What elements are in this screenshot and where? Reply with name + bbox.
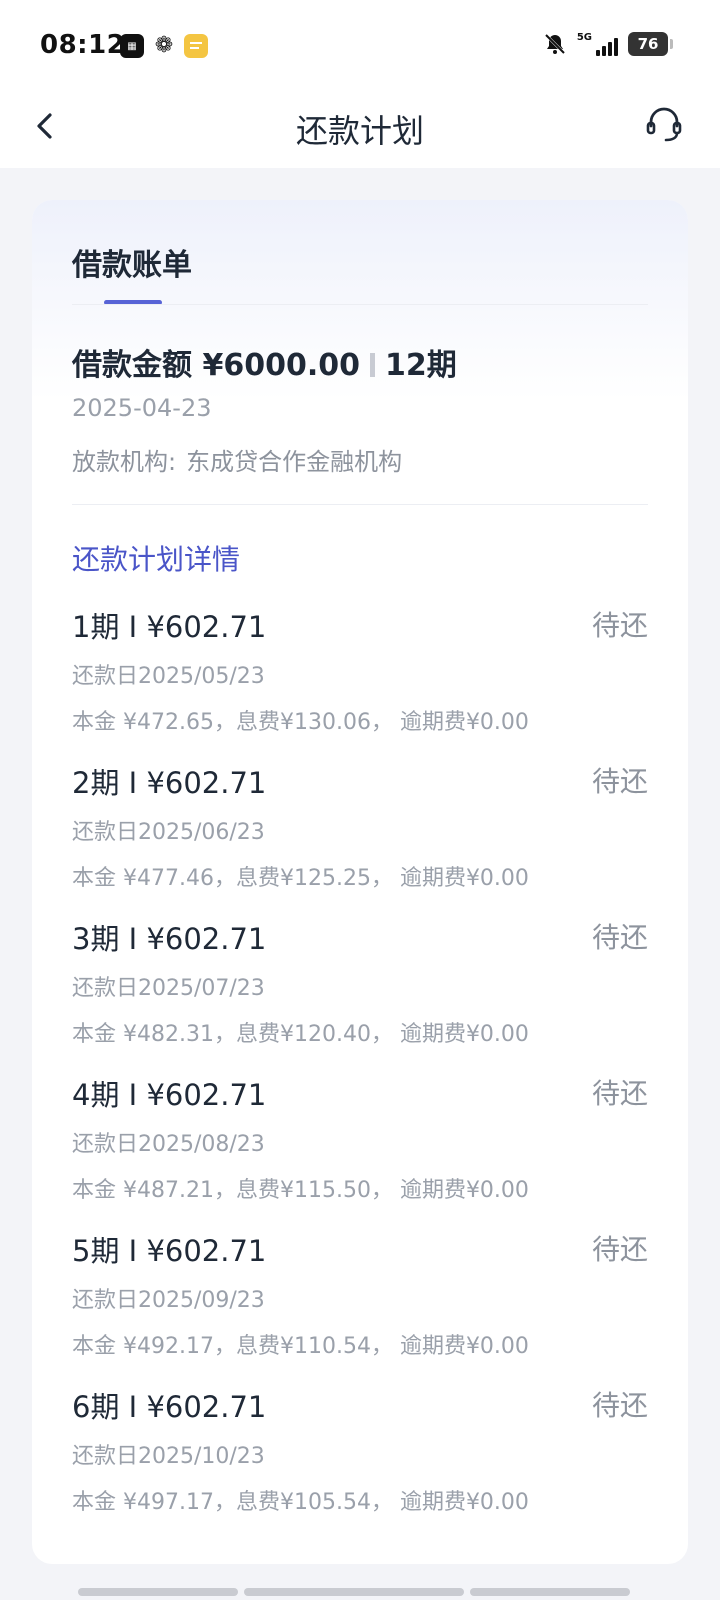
tab-loan-bill[interactable]: 借款账单: [72, 240, 192, 284]
due-date: 还款日2025/05/23: [72, 664, 265, 689]
amount-breakdown: 本金 ¥487.21，息费¥115.50， 逾期费¥0.00: [72, 1178, 529, 1203]
loan-bill-card: 借款账单 借款金额 ¥6000.00 12期 2025-04-23 放款机构: 东成…: [32, 200, 688, 1564]
loan-date: 2025-04-23: [72, 394, 212, 422]
status-bar: 08:12 ▦ ❁ 5G 76: [0, 0, 720, 84]
repayment-plan-title: 还款计划详情: [72, 543, 241, 576]
status-badge: 待还: [591, 921, 648, 954]
battery-level: 76: [637, 35, 659, 53]
list-item[interactable]: 6期 I ¥602.71 待还 还款日2025/10/23 本金 ¥497.17…: [72, 1384, 648, 1540]
period-amount: 4期 I ¥602.71: [72, 1078, 267, 1112]
status-badge: 待还: [591, 1077, 648, 1110]
due-date: 还款日2025/09/23: [72, 1288, 265, 1313]
status-badge: 待还: [591, 765, 648, 798]
period-amount: 1期 I ¥602.71: [72, 610, 267, 644]
period-amount: 2期 I ¥602.71: [72, 766, 267, 800]
list-item[interactable]: 3期 I ¥602.71 待还 还款日2025/07/23 本金 ¥482.31…: [72, 916, 648, 1072]
scroll-segment: [470, 1588, 630, 1596]
nav-bar: 还款计划: [0, 84, 720, 168]
divider: [72, 504, 648, 505]
separator: [369, 352, 375, 377]
wechat-icon: ❁: [154, 33, 174, 58]
period-amount: 6期 I ¥602.71: [72, 1390, 267, 1424]
horizontal-scrollbar[interactable]: [78, 1588, 630, 1596]
signal-icon: 5G: [577, 32, 618, 56]
due-date: 还款日2025/07/23: [72, 976, 265, 1001]
amount-breakdown: 本金 ¥472.65，息费¥130.06， 逾期费¥0.00: [72, 710, 529, 735]
lender-row: 放款机构: 东成贷合作金融机构: [72, 442, 402, 477]
loan-periods: 12期: [384, 348, 457, 383]
amount-breakdown: 本金 ¥482.31，息费¥120.40， 逾期费¥0.00: [72, 1022, 529, 1047]
page-title: 还款计划: [295, 112, 424, 150]
network-type: 5G: [576, 32, 592, 43]
battery-icon: 76: [628, 32, 673, 56]
lender-label: 放款机构:: [72, 448, 177, 476]
lender-value: 东成贷合作金融机构: [186, 448, 403, 476]
list-item[interactable]: 5期 I ¥602.71 待还 还款日2025/09/23 本金 ¥492.17…: [72, 1228, 648, 1384]
period-amount: 5期 I ¥602.71: [72, 1234, 267, 1268]
notification-icons: ▦ ❁: [120, 34, 208, 58]
period-amount: 3期 I ¥602.71: [72, 922, 267, 956]
mute-bell-icon: [544, 33, 565, 55]
status-badge: 待还: [591, 1233, 648, 1266]
amount-breakdown: 本金 ¥492.17，息费¥110.54， 逾期费¥0.00: [72, 1334, 529, 1359]
message-icon: [184, 34, 208, 58]
list-item[interactable]: 2期 I ¥602.71 待还 还款日2025/06/23 本金 ¥477.46…: [72, 760, 648, 916]
customer-service-icon[interactable]: [644, 104, 684, 144]
amount-breakdown: 本金 ¥477.46，息费¥125.25， 逾期费¥0.00: [72, 866, 529, 891]
scroll-segment: [78, 1588, 238, 1596]
app-notification-icon: ▦: [120, 34, 144, 58]
status-badge: 待还: [591, 1389, 648, 1422]
status-time: 08:12: [40, 30, 126, 60]
amount-breakdown: 本金 ¥497.17，息费¥105.54， 逾期费¥0.00: [72, 1490, 529, 1515]
status-badge: 待还: [591, 609, 648, 642]
divider: [72, 304, 648, 305]
loan-amount: 借款金额 ¥6000.00: [72, 348, 360, 383]
due-date: 还款日2025/08/23: [72, 1132, 265, 1157]
list-item[interactable]: 4期 I ¥602.71 待还 还款日2025/08/23 本金 ¥487.21…: [72, 1072, 648, 1228]
scroll-segment: [244, 1588, 464, 1596]
due-date: 还款日2025/10/23: [72, 1444, 265, 1469]
due-date: 还款日2025/06/23: [72, 820, 265, 845]
list-item[interactable]: 1期 I ¥602.71 待还 还款日2025/05/23 本金 ¥472.65…: [72, 604, 648, 760]
status-right: 5G 76: [543, 32, 673, 56]
loan-amount-summary: 借款金额 ¥6000.00 12期: [72, 340, 457, 384]
